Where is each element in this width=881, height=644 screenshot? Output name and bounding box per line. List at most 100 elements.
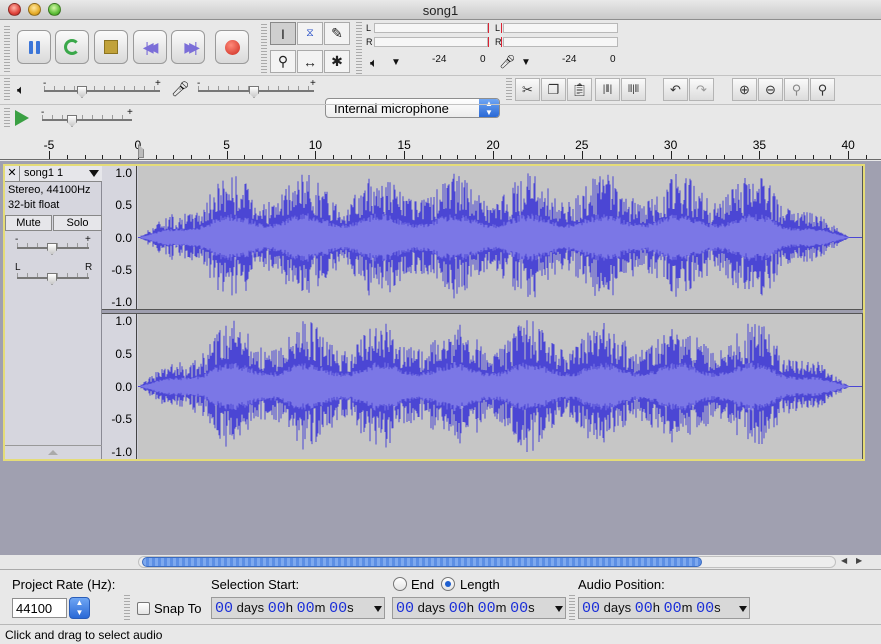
snap-to-checkbox[interactable] [137, 602, 150, 615]
length-hours-value[interactable]: 00 [449, 600, 467, 617]
input-source-select[interactable]: Internal microphone ▲▼ [325, 98, 500, 118]
play-speed-thumb[interactable] [67, 115, 77, 127]
ruler-tick [155, 155, 157, 159]
track-close-button[interactable]: ✕ [5, 166, 20, 181]
input-volume-thumb[interactable] [249, 86, 259, 98]
left-channel-waveform[interactable] [138, 166, 863, 309]
pan-thumb[interactable] [47, 273, 57, 285]
start-days-value[interactable]: 00 [215, 600, 233, 617]
playback-meter-scale-mark: -24 [432, 54, 447, 65]
playback-meter-menu-icon[interactable]: ▼ [391, 57, 401, 68]
scrollbar-thumb[interactable] [142, 557, 702, 567]
window-titlebar: song1 [0, 0, 881, 20]
pause-button[interactable] [17, 30, 51, 64]
position-hours-value[interactable]: 00 [635, 600, 653, 617]
speaker-icon[interactable]: 🔈︎ [370, 55, 378, 71]
format-dropdown-icon[interactable] [555, 606, 563, 612]
right-channel-waveform-svg[interactable] [138, 314, 863, 459]
solo-button[interactable]: Solo [53, 215, 102, 231]
format-dropdown-icon[interactable] [374, 606, 382, 612]
output-volume-slider[interactable] [44, 90, 160, 92]
selection-length-field[interactable]: 00 days 00h 00m 00s [392, 597, 566, 619]
length-minutes-value[interactable]: 00 [478, 600, 496, 617]
track-collapse-button[interactable] [5, 445, 102, 459]
toolbar-grip[interactable] [569, 595, 575, 621]
start-seconds-value[interactable]: 00 [329, 600, 347, 617]
undo-button[interactable]: ↶ [663, 78, 688, 101]
skip-to-start-button[interactable]: |◀◀ [133, 30, 167, 64]
output-volume-thumb[interactable] [77, 86, 87, 98]
project-rate-input[interactable]: 44100 [12, 598, 67, 618]
position-days-value[interactable]: 00 [582, 600, 600, 617]
envelope-tool-button[interactable]: ⧖ [297, 22, 323, 45]
right-channel-waveform[interactable] [138, 314, 863, 459]
play-speed-slider[interactable] [42, 119, 132, 121]
track-name-bar[interactable]: ✕ song1 1 [5, 166, 102, 182]
ruler-tick [635, 155, 637, 159]
selection-tool-button[interactable]: I [270, 22, 296, 45]
ruler-tick [830, 155, 832, 159]
skip-to-end-button[interactable]: ▶▶| [171, 30, 205, 64]
horizontal-scrollbar[interactable]: ◀ ▶ [0, 555, 881, 569]
scroll-left-arrow-icon[interactable]: ◀ [841, 556, 847, 565]
length-radio[interactable] [441, 577, 455, 591]
track-menu-arrow-icon[interactable] [89, 170, 99, 177]
minutes-unit: m [681, 600, 693, 615]
project-rate-dropdown[interactable]: ▲ ▼ [69, 597, 90, 619]
zoom-out-button[interactable]: ⊖ [758, 78, 783, 101]
play-at-speed-button[interactable] [15, 110, 29, 126]
toolbar-grip[interactable] [4, 26, 10, 72]
toolbar-grip[interactable] [506, 78, 512, 100]
record-meter-menu-icon[interactable]: ▼ [521, 57, 531, 68]
paste-button[interactable]: 📋︎ [567, 78, 592, 101]
left-channel-amplitude-ruler[interactable]: 1.0 0.5 0.0 -0.5 -1.0 [102, 166, 137, 309]
toolbar-grip[interactable] [124, 595, 130, 621]
copy-button[interactable]: ❐ [541, 78, 566, 101]
right-channel-amplitude-ruler[interactable]: 1.0 0.5 0.0 -0.5 -1.0 [102, 314, 137, 459]
toolbar-grip[interactable] [4, 108, 10, 128]
multi-tool-button[interactable]: ✱ [324, 50, 350, 73]
toolbar-grip[interactable] [356, 22, 362, 76]
scroll-right-arrow-icon[interactable]: ▶ [856, 556, 862, 565]
cut-button[interactable]: ✂ [515, 78, 540, 101]
draw-tool-button[interactable]: ✎ [324, 22, 350, 45]
audio-track[interactable]: ✕ song1 1 Stereo, 44100Hz 32-bit float M… [3, 164, 865, 461]
start-minutes-value[interactable]: 00 [297, 600, 315, 617]
track-name[interactable]: song1 1 [24, 167, 63, 179]
position-seconds-value[interactable]: 00 [696, 600, 714, 617]
toolbar-grip[interactable] [4, 78, 10, 100]
start-hours-value[interactable]: 00 [268, 600, 286, 617]
ruler-tick [475, 155, 477, 159]
microphone-icon[interactable]: 🎤︎ [499, 54, 516, 70]
ruler-tick [368, 155, 370, 159]
project-rate-label: Project Rate (Hz): [12, 577, 116, 592]
redo-button[interactable]: ↷ [689, 78, 714, 101]
fit-project-button[interactable]: ⚲ [810, 78, 835, 101]
gain-thumb[interactable] [47, 243, 57, 255]
end-radio[interactable] [393, 577, 407, 591]
loop-play-button[interactable] [55, 30, 89, 64]
fit-selection-icon: ⚲ [791, 81, 802, 97]
format-dropdown-icon[interactable] [739, 606, 747, 612]
timeline-ruler[interactable]: -5 0 5 10 15 20 25 30 35 40 [0, 132, 881, 160]
minutes-unit: m [314, 600, 326, 615]
track-area[interactable]: ✕ song1 1 Stereo, 44100Hz 32-bit float M… [0, 161, 881, 555]
zoom-tool-button[interactable]: ⚲ [270, 50, 296, 73]
fit-selection-button[interactable]: ⚲ [784, 78, 809, 101]
timeshift-tool-button[interactable]: ↔ [297, 50, 323, 73]
left-channel-waveform-svg[interactable] [138, 166, 863, 309]
trim-button[interactable]: |⫴| [595, 78, 620, 101]
position-minutes-value[interactable]: 00 [664, 600, 682, 617]
mute-button[interactable]: Mute [5, 215, 52, 231]
selection-start-field[interactable]: 00 days 00h 00m 00s [211, 597, 385, 619]
track-control-panel[interactable]: ✕ song1 1 Stereo, 44100Hz 32-bit float M… [5, 166, 102, 459]
toolbar-grip[interactable] [261, 24, 267, 74]
stop-button[interactable] [94, 30, 128, 64]
silence-button[interactable]: ⫴|⫴ [621, 78, 646, 101]
track-sample-format: 32-bit float [8, 199, 60, 211]
length-days-value[interactable]: 00 [396, 600, 414, 617]
length-seconds-value[interactable]: 00 [510, 600, 528, 617]
audio-position-field[interactable]: 00 days 00h 00m 00s [578, 597, 750, 619]
zoom-in-button[interactable]: ⊕ [732, 78, 757, 101]
record-button[interactable] [215, 30, 249, 64]
